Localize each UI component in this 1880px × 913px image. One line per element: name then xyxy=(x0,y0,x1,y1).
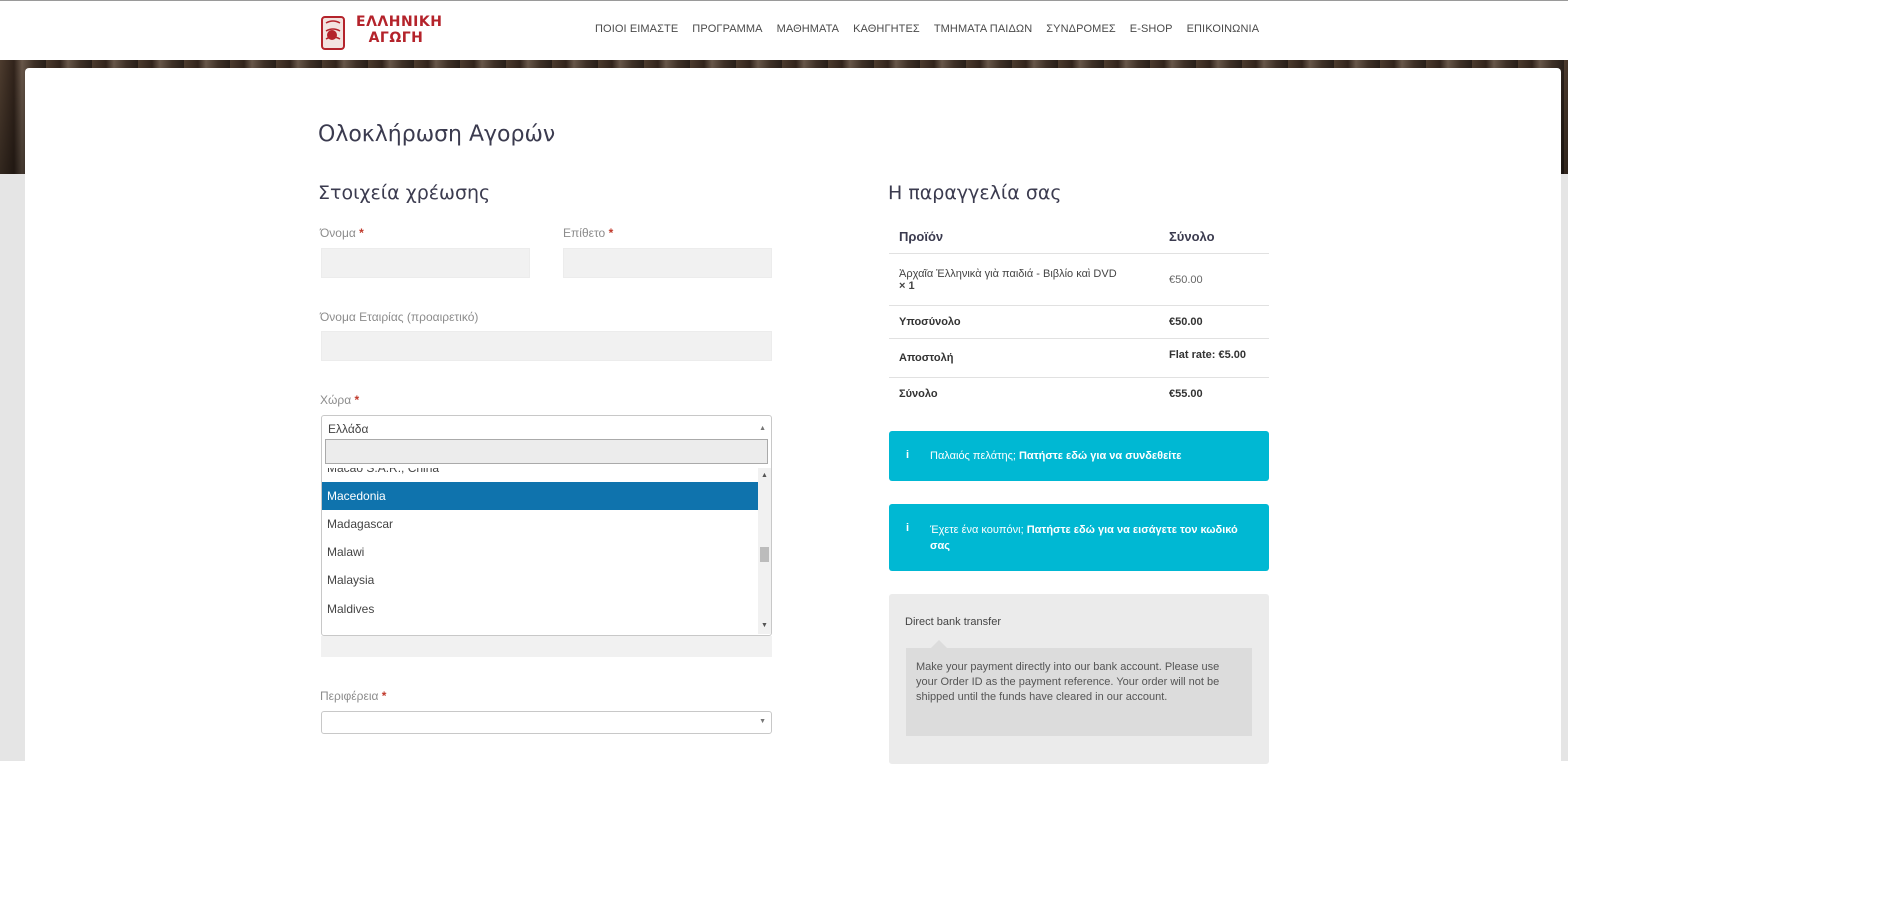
company-input[interactable] xyxy=(321,331,772,361)
pointer-arrow xyxy=(931,640,947,648)
required-mark: * xyxy=(608,226,614,240)
country-search-input[interactable] xyxy=(325,439,768,464)
site-logo[interactable]: ΕΛΛΗΝΙΚΗ ΑΓΩΓΗ xyxy=(318,13,443,53)
col-total: Σύνολο xyxy=(1159,220,1269,254)
first-name-label: Όνομα * xyxy=(320,226,364,240)
item-qty: × 1 xyxy=(899,279,915,292)
nav-item-about[interactable]: ΠΟΙΟΙ ΕΙΜΑΣΤΕ xyxy=(595,23,678,35)
region-label: Περιφέρεια * xyxy=(320,689,387,703)
table-row: Υποσύνολο €50.00 xyxy=(889,305,1269,339)
info-icon: i xyxy=(906,522,910,534)
content-card xyxy=(25,68,1561,768)
billing-title: Στοιχεία χρέωσης xyxy=(318,182,491,204)
country-option-selected[interactable]: Macedonia xyxy=(322,482,758,510)
country-label: Χώρα * xyxy=(320,393,360,407)
nav-item-eshop[interactable]: E-SHOP xyxy=(1130,23,1173,35)
scroll-down-icon[interactable]: ▼ xyxy=(758,620,771,632)
logo-text: ΕΛΛΗΝΙΚΗ ΑΓΩΓΗ xyxy=(356,14,443,46)
nav-item-teachers[interactable]: ΚΑΘΗΓΗΤΕΣ xyxy=(853,23,920,35)
table-row: Αποστολή Flat rate: €5.00 xyxy=(889,338,1269,378)
region-select[interactable]: ▼ xyxy=(321,711,772,734)
address-input[interactable] xyxy=(321,636,772,657)
shipping-label: Αποστολή xyxy=(889,338,1159,378)
total-label: Σύνολο xyxy=(899,388,938,401)
required-mark: * xyxy=(354,393,360,407)
col-product: Προϊόν xyxy=(889,220,1159,254)
chevron-down-icon: ▼ xyxy=(759,718,766,725)
table-header-row: Προϊόν Σύνολο xyxy=(889,220,1269,254)
required-mark: * xyxy=(381,689,387,703)
caret-up-icon: ▲ xyxy=(759,425,766,432)
payment-section: Direct bank transfer Make your payment d… xyxy=(889,594,1269,764)
table-row: Σύνολο €55.00 xyxy=(889,378,1269,411)
country-value: Ελλάδα xyxy=(328,422,369,436)
site-header: ΕΛΛΗΝΙΚΗ ΑΓΩΓΗ ΠΟΙΟΙ ΕΙΜΑΣΤΕ ΠΡΟΓΡΑΜΜΑ Μ… xyxy=(0,1,1568,60)
login-notice: i Παλαιός πελάτης; Πατήστε εδώ για να συ… xyxy=(889,431,1269,481)
payment-method-label[interactable]: Direct bank transfer xyxy=(905,616,1001,628)
first-name-input[interactable] xyxy=(321,248,530,278)
main-nav: ΠΟΙΟΙ ΕΙΜΑΣΤΕ ΠΡΟΓΡΑΜΜΑ ΜΑΘΗΜΑΤΑ ΚΑΘΗΓΗΤ… xyxy=(588,23,1266,35)
country-option[interactable]: Maldives xyxy=(322,595,758,623)
page-title: Ολοκλήρωση Αγορών xyxy=(318,122,556,147)
scroll-emblem-icon xyxy=(321,16,345,50)
item-name: Ἀρχαῖα Ἑλληνικὰ γιὰ παιδιά - Βιβλίο καὶ … xyxy=(899,267,1117,280)
coupon-notice: i Έχετε ένα κουπόνι; Πατήστε εδώ για να … xyxy=(889,504,1269,571)
item-price: €50.00 xyxy=(1159,253,1269,306)
shipping-value: Flat rate: €5.00 xyxy=(1159,338,1269,378)
nav-item-contact[interactable]: ΕΠΙΚΟΙΝΩΝΙΑ xyxy=(1187,23,1260,35)
company-label: Όνομα Εταιρίας (προαιρετικό) xyxy=(320,310,479,324)
scroll-up-icon[interactable]: ▲ xyxy=(758,470,771,482)
nav-item-lessons[interactable]: ΜΑΘΗΜΑΤΑ xyxy=(777,23,840,35)
login-notice-text: Παλαιός πελάτης; Πατήστε εδώ για να συνδ… xyxy=(930,450,1182,462)
country-options-list: Macao S.A.R., China Macedonia Madagascar… xyxy=(322,468,758,634)
payment-description: Make your payment directly into our bank… xyxy=(906,648,1252,736)
country-select[interactable]: Ελλάδα ▲ Macao S.A.R., China Macedonia M… xyxy=(321,415,772,636)
nav-item-subscriptions[interactable]: ΣΥΝΔΡΟΜΕΣ xyxy=(1046,23,1116,35)
nav-item-programme[interactable]: ΠΡΟΓΡΑΜΜΑ xyxy=(692,23,762,35)
options-scrollbar[interactable]: ▲ ▼ xyxy=(758,468,771,634)
coupon-notice-text: Έχετε ένα κουπόνι; Πατήστε εδώ για να ει… xyxy=(930,524,1238,552)
country-option[interactable]: Macao S.A.R., China xyxy=(322,468,758,482)
info-icon: i xyxy=(906,449,910,461)
last-name-input[interactable] xyxy=(563,248,772,278)
last-name-label: Επίθετο * xyxy=(563,226,614,240)
country-option[interactable]: Madagascar xyxy=(322,510,758,538)
login-link[interactable]: Πατήστε εδώ για να συνδεθείτε xyxy=(1019,450,1182,462)
item-cell: Ἀρχαῖα Ἑλληνικὰ γιὰ παιδιά - Βιβλίο καὶ … xyxy=(889,253,1159,306)
nav-item-children-classes[interactable]: ΤΜΗΜΑΤΑ ΠΑΙΔΩΝ xyxy=(934,23,1032,35)
country-option[interactable]: Malawi xyxy=(322,538,758,566)
scroll-thumb[interactable] xyxy=(760,547,769,562)
order-title: Η παραγγελία σας xyxy=(888,182,1062,204)
table-row: Ἀρχαῖα Ἑλληνικὰ γιὰ παιδιά - Βιβλίο καὶ … xyxy=(889,253,1269,306)
country-option[interactable]: Malaysia xyxy=(322,566,758,594)
subtotal-value: €50.00 xyxy=(1159,305,1269,339)
subtotal-label: Υποσύνολο xyxy=(889,305,1159,339)
order-table: Προϊόν Σύνολο Ἀρχαῖα Ἑλληνικὰ γιὰ παιδιά… xyxy=(889,220,1269,411)
total-value: €55.00 xyxy=(1169,388,1203,401)
required-mark: * xyxy=(359,226,364,240)
